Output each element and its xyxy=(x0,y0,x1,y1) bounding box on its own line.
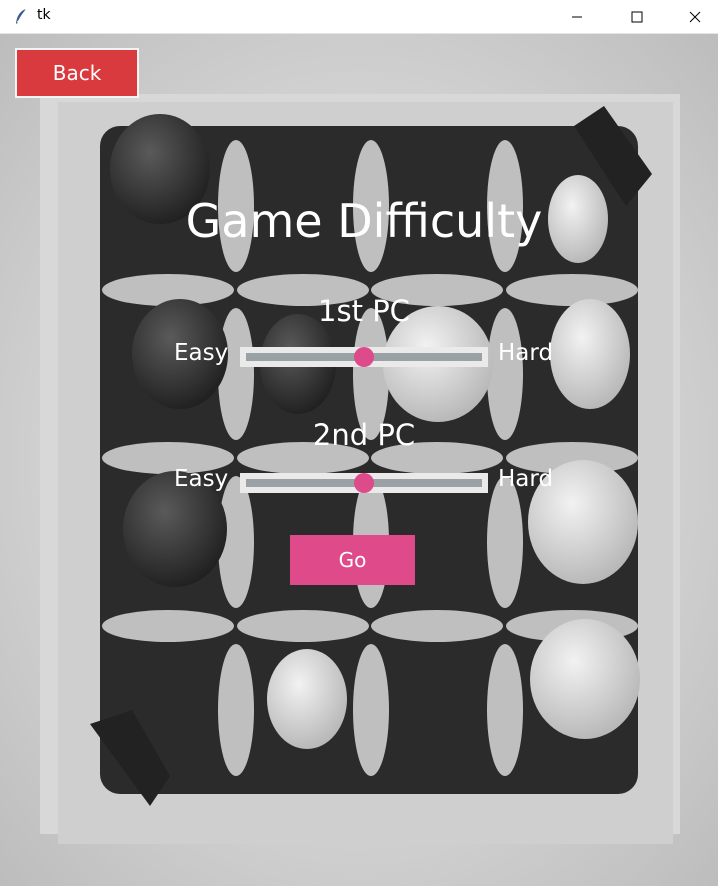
minimize-button[interactable] xyxy=(548,0,606,33)
minimize-icon xyxy=(572,16,582,17)
game-canvas: Back Game Difficulty 1st PC Easy Hard 2n… xyxy=(0,34,718,886)
pc1-difficulty-slider[interactable] xyxy=(240,347,488,367)
pc1-difficulty-label: 1st PC xyxy=(318,294,410,328)
window-title: tk xyxy=(37,7,51,23)
page-title: Game Difficulty xyxy=(185,194,543,248)
feather-icon xyxy=(16,8,27,24)
gobblet-board-background-image xyxy=(0,34,718,886)
back-button[interactable]: Back xyxy=(15,48,139,98)
maximize-icon xyxy=(631,11,643,22)
pc2-hard-label: Hard xyxy=(498,466,554,492)
pc1-easy-label: Easy xyxy=(174,340,229,366)
slider-thumb[interactable] xyxy=(354,347,374,367)
pc2-difficulty-label: 2nd PC xyxy=(312,418,416,452)
close-icon xyxy=(689,11,701,22)
slider-thumb[interactable] xyxy=(354,473,374,493)
maximize-button[interactable] xyxy=(608,0,666,33)
close-button[interactable] xyxy=(666,0,718,33)
go-button[interactable]: Go xyxy=(290,535,415,585)
pc2-difficulty-slider[interactable] xyxy=(240,473,488,493)
pc2-easy-label: Easy xyxy=(174,466,229,492)
pc1-hard-label: Hard xyxy=(498,340,554,366)
window-titlebar: tk xyxy=(0,0,718,34)
